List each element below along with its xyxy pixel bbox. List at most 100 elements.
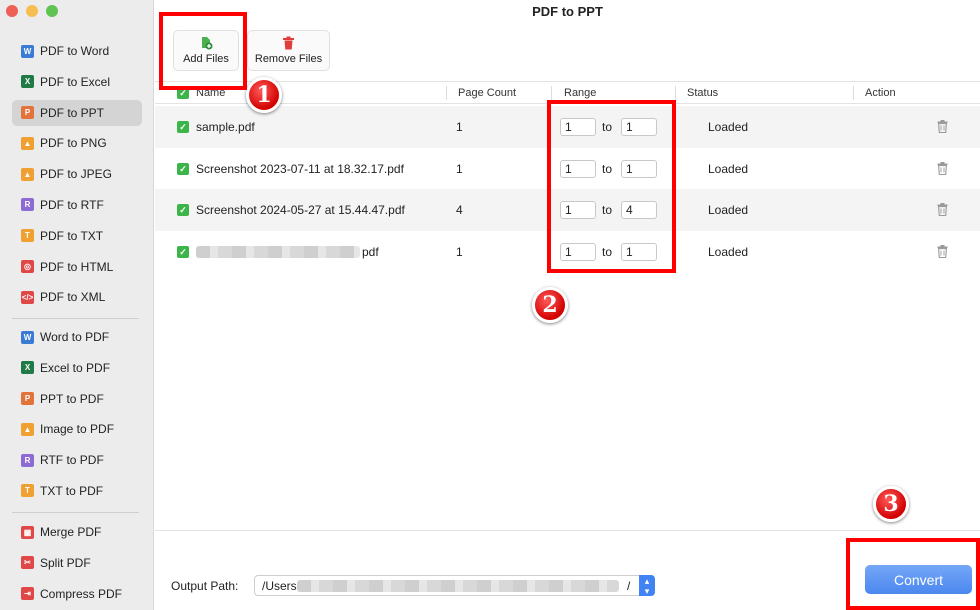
row-checkbox[interactable]: ✓	[177, 121, 189, 133]
jpeg-icon: ▲	[21, 167, 34, 181]
rtf-icon: R	[21, 453, 34, 467]
sidebar-item-pdf-to-html[interactable]: ◎ PDF to HTML	[12, 254, 142, 280]
row-checkbox[interactable]: ✓	[177, 162, 189, 175]
highlight-box-convert	[846, 538, 980, 610]
zoom-window-button[interactable]	[46, 5, 58, 17]
sidebar-item-txt-to-pdf[interactable]: T TXT to PDF	[12, 478, 142, 504]
split-icon: ✂	[21, 556, 34, 570]
page-count: 1	[456, 120, 463, 134]
excel-icon: X	[21, 75, 34, 89]
window-title: PDF to PPT	[532, 4, 603, 19]
window-controls	[6, 5, 58, 17]
output-path-label: Output Path:	[171, 579, 239, 593]
file-name: pdf	[362, 244, 379, 259]
output-path-trailing: /	[627, 579, 631, 593]
sidebar-item-label: PPT to PDF	[40, 391, 104, 406]
rtf-icon: R	[21, 198, 34, 212]
minimize-window-button[interactable]	[26, 5, 38, 17]
png-icon: ▲	[21, 136, 34, 150]
file-name: Screenshot 2023-07-11 at 18.32.17.pdf	[196, 161, 404, 176]
column-page-count[interactable]: Page Count	[458, 87, 516, 99]
sidebar-item-label: Merge PDF	[40, 525, 102, 539]
row-checkbox[interactable]: ✓	[177, 204, 189, 216]
txt-icon: T	[21, 229, 34, 243]
status-text: Loaded	[708, 120, 749, 134]
sidebar-item-label: PDF to RTF	[40, 197, 104, 212]
ppt-icon: P	[21, 106, 34, 120]
sidebar-group-from-pdf: W PDF to Word X PDF to Excel P PDF to PPT ▲ PDF…	[0, 38, 154, 315]
word-icon: W	[21, 330, 34, 344]
compress-icon: ⇥	[21, 587, 34, 601]
redacted-path	[297, 580, 619, 592]
file-name: sample.pdf	[196, 120, 255, 134]
sidebar-item-label: Image to PDF	[40, 422, 115, 437]
column-range[interactable]: Range	[564, 87, 596, 99]
sidebar-divider	[12, 512, 139, 513]
remove-files-button[interactable]: Remove Files	[247, 30, 330, 71]
sidebar-item-ppt-to-pdf[interactable]: P PPT to PDF	[12, 386, 142, 412]
page-count: 1	[456, 244, 463, 259]
word-icon: W	[21, 44, 34, 58]
footer-divider	[155, 530, 980, 531]
sidebar-item-pdf-to-excel[interactable]: X PDF to Excel	[12, 69, 142, 95]
column-status[interactable]: Status	[687, 87, 718, 99]
delete-row-icon[interactable]	[937, 161, 948, 175]
output-path-dropdown-icon[interactable]: ▴ ▾	[639, 575, 655, 596]
sidebar-group-to-pdf: W Word to PDF X Excel to PDF P PPT to PDF ▲ Ima…	[0, 324, 154, 509]
sidebar-item-label: Word to PDF	[40, 330, 110, 344]
merge-icon: ▦	[21, 525, 34, 539]
sidebar-item-word-to-pdf[interactable]: W Word to PDF	[12, 324, 142, 350]
remove-files-label: Remove Files	[254, 53, 323, 65]
row-checkbox[interactable]: ✓	[177, 245, 189, 258]
sidebar-item-label: PDF to Word	[40, 44, 110, 58]
sidebar-item-pdf-to-txt[interactable]: T PDF to TXT	[12, 223, 142, 249]
delete-row-icon[interactable]	[937, 203, 948, 216]
file-name: Screenshot 2024-05-27 at 15.44.47.pdf	[196, 203, 405, 217]
sidebar-item-label: PDF to HTML	[40, 259, 114, 274]
step-badge-3: 3	[873, 486, 909, 522]
sidebar-item-label: RTF to PDF	[40, 453, 104, 468]
redacted-file-name	[196, 245, 360, 258]
delete-row-icon[interactable]	[937, 120, 948, 133]
sidebar-item-label: Split PDF	[40, 555, 91, 570]
sidebar-group-tools: ▦ Merge PDF ✂ Split PDF ⇥ Compress PDF	[0, 519, 154, 610]
sidebar-item-compress-pdf[interactable]: ⇥ Compress PDF	[12, 581, 142, 607]
sidebar-item-label: PDF to TXT	[40, 228, 104, 243]
sidebar-item-pdf-to-ppt[interactable]: P PDF to PPT	[12, 99, 142, 126]
sidebar-item-image-to-pdf[interactable]: ▲ Image to PDF	[12, 416, 142, 442]
sidebar-item-label: Compress PDF	[40, 586, 123, 601]
sidebar-item-split-pdf[interactable]: ✂ Split PDF	[12, 550, 142, 576]
delete-row-icon[interactable]	[937, 244, 948, 258]
trash-icon	[283, 36, 294, 50]
xml-icon: </>	[21, 290, 34, 304]
sidebar-item-rtf-to-pdf[interactable]: R RTF to PDF	[12, 447, 142, 473]
sidebar-item-merge-pdf[interactable]: ▦ Merge PDF	[12, 519, 142, 545]
sidebar-item-excel-to-pdf[interactable]: X Excel to PDF	[12, 355, 142, 381]
output-path-value: /Users	[262, 579, 297, 593]
sidebar-item-label: PDF to PPT	[40, 105, 105, 120]
sidebar-item-pdf-to-rtf[interactable]: R PDF to RTF	[12, 192, 142, 218]
output-path-field[interactable]: /Users /	[254, 575, 655, 596]
status-text: Loaded	[708, 203, 749, 217]
sidebar-item-pdf-to-png[interactable]: ▲ PDF to PNG	[12, 130, 142, 156]
step-badge-1: 1	[246, 77, 282, 113]
sidebar-item-label: PDF to Excel	[40, 74, 111, 89]
sidebar-item-pdf-to-word[interactable]: W PDF to Word	[12, 38, 142, 64]
column-action[interactable]: Action	[865, 87, 896, 99]
page-count: 1	[456, 161, 463, 176]
status-text: Loaded	[708, 244, 749, 259]
sidebar-item-label: Excel to PDF	[40, 360, 111, 375]
close-window-button[interactable]	[6, 5, 18, 17]
sidebar-item-pdf-to-jpeg[interactable]: ▲ PDF to JPEG	[12, 161, 142, 187]
sidebar-divider	[12, 318, 139, 319]
sidebar-item-label: TXT to PDF	[40, 483, 104, 498]
sidebar: W PDF to Word X PDF to Excel P PDF to PPT ▲ PDF…	[0, 0, 154, 610]
highlight-box-add-files	[159, 12, 247, 90]
sidebar-item-label: PDF to XML	[40, 290, 106, 305]
txt-icon: T	[21, 484, 34, 498]
sidebar-item-pdf-to-xml[interactable]: </> PDF to XML	[12, 284, 142, 310]
excel-icon: X	[21, 361, 34, 375]
page-count: 4	[456, 203, 463, 217]
html-icon: ◎	[21, 260, 34, 274]
sidebar-item-label: PDF to PNG	[40, 136, 107, 151]
